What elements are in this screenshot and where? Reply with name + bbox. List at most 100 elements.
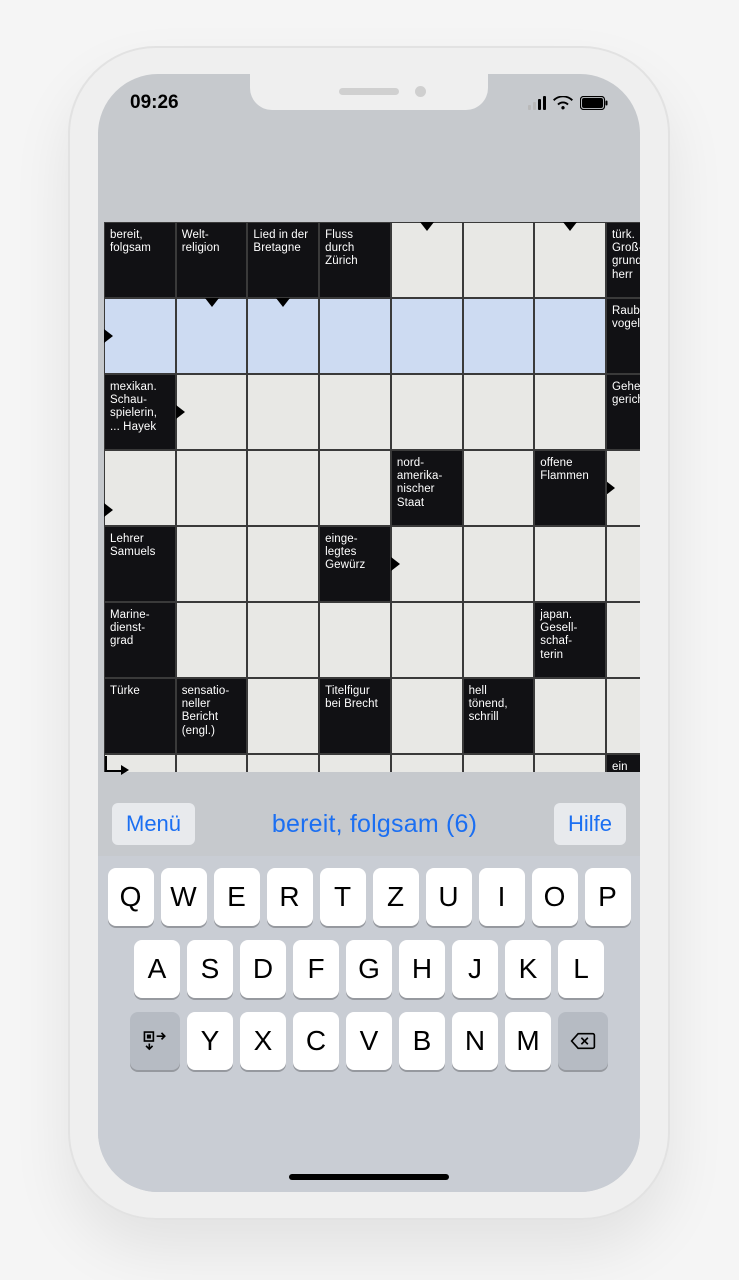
key-q[interactable]: Q — [108, 868, 154, 926]
grid-cell[interactable] — [104, 450, 176, 526]
key-w[interactable]: W — [161, 868, 207, 926]
grid-cell[interactable] — [534, 678, 606, 754]
arrow-down-icon — [563, 222, 577, 231]
arrow-down-icon — [276, 298, 290, 307]
grid-cell[interactable] — [463, 222, 535, 298]
grid-cell[interactable] — [391, 678, 463, 754]
key-k[interactable]: K — [505, 940, 551, 998]
clue-cell: hell tönend, schrill — [463, 678, 535, 754]
grid-cell[interactable] — [247, 754, 319, 772]
grid-cell[interactable] — [534, 374, 606, 450]
key-e[interactable]: E — [214, 868, 260, 926]
grid-cell[interactable] — [463, 374, 535, 450]
grid-cell[interactable] — [463, 602, 535, 678]
grid-cell[interactable] — [534, 754, 606, 772]
grid-cell[interactable] — [606, 450, 640, 526]
grid-cell[interactable] — [247, 298, 319, 374]
key-u[interactable]: U — [426, 868, 472, 926]
grid-cell[interactable] — [391, 754, 463, 772]
grid-cell[interactable] — [319, 602, 391, 678]
grid-cell[interactable] — [176, 602, 248, 678]
clue-text: Türke — [105, 679, 175, 753]
clue-cell: Marine-dienst-grad — [104, 602, 176, 678]
key-z[interactable]: Z — [373, 868, 419, 926]
grid-cell[interactable] — [176, 374, 248, 450]
key-h[interactable]: H — [399, 940, 445, 998]
grid-cell[interactable] — [247, 602, 319, 678]
key-n[interactable]: N — [452, 1012, 498, 1070]
clue-text: Raub-vogel — [607, 299, 640, 373]
grid-cell[interactable] — [463, 298, 535, 374]
grid-cell[interactable] — [319, 754, 391, 772]
key-j[interactable]: J — [452, 940, 498, 998]
key-x[interactable]: X — [240, 1012, 286, 1070]
grid-cell[interactable] — [391, 374, 463, 450]
clue-cell: Titelfigur bei Brecht — [319, 678, 391, 754]
grid-cell[interactable] — [247, 526, 319, 602]
home-indicator — [289, 1174, 449, 1180]
grid-cell[interactable] — [606, 602, 640, 678]
key-f[interactable]: F — [293, 940, 339, 998]
key-o[interactable]: O — [532, 868, 578, 926]
arrow-right-icon — [104, 329, 113, 343]
grid-cell[interactable] — [176, 526, 248, 602]
key-s[interactable]: S — [187, 940, 233, 998]
grid-cell[interactable] — [247, 450, 319, 526]
key-b[interactable]: B — [399, 1012, 445, 1070]
grid-cell[interactable] — [534, 222, 606, 298]
grid-cell[interactable] — [391, 526, 463, 602]
clue-cell: türk. Groß-grund-herr — [606, 222, 640, 298]
grid-cell[interactable] — [463, 754, 535, 772]
clue-text: bereit, folgsam — [105, 223, 175, 297]
grid-cell[interactable] — [391, 222, 463, 298]
grid-cell[interactable] — [176, 754, 248, 772]
current-clue[interactable]: bereit, folgsam (6) — [205, 810, 544, 839]
grid-cell[interactable] — [606, 678, 640, 754]
clue-text: türk. Groß-grund-herr — [607, 223, 640, 297]
grid-cell[interactable] — [247, 678, 319, 754]
key-v[interactable]: V — [346, 1012, 392, 1070]
grid-cell[interactable] — [104, 298, 176, 374]
clue-bar: Menü bereit, folgsam (6) Hilfe — [98, 794, 640, 854]
key-r[interactable]: R — [267, 868, 313, 926]
crossword-grid[interactable]: bereit, folgsamWelt-religionLied in der … — [104, 222, 640, 830]
grid-cell[interactable] — [247, 374, 319, 450]
menu-button[interactable]: Menü — [112, 803, 195, 845]
key-i[interactable]: I — [479, 868, 525, 926]
key-g[interactable]: G — [346, 940, 392, 998]
clue-cell: Geheim-gericht — [606, 374, 640, 450]
grid-cell[interactable] — [463, 450, 535, 526]
grid-cell[interactable] — [534, 298, 606, 374]
backspace-key[interactable] — [558, 1012, 608, 1070]
help-button[interactable]: Hilfe — [554, 803, 626, 845]
status-time: 09:26 — [130, 92, 179, 114]
keyboard-mode-key[interactable] — [130, 1012, 180, 1070]
clue-text: Titelfigur bei Brecht — [320, 679, 390, 753]
grid-cell[interactable] — [104, 754, 176, 772]
grid-cell[interactable] — [319, 374, 391, 450]
key-l[interactable]: L — [558, 940, 604, 998]
key-a[interactable]: A — [134, 940, 180, 998]
grid-cell[interactable] — [606, 526, 640, 602]
phone-mockup: 09:26 bereit, folgsamWelt-religionLied i… — [68, 46, 670, 1220]
grid-cell[interactable] — [176, 450, 248, 526]
key-d[interactable]: D — [240, 940, 286, 998]
key-p[interactable]: P — [585, 868, 631, 926]
grid-cell[interactable] — [176, 298, 248, 374]
wifi-icon — [553, 96, 573, 111]
grid-cell[interactable] — [319, 450, 391, 526]
grid-cell[interactable] — [534, 526, 606, 602]
grid-cell[interactable] — [319, 298, 391, 374]
key-m[interactable]: M — [505, 1012, 551, 1070]
grid-cell[interactable] — [391, 298, 463, 374]
clue-text: einge-legtes Gewürz — [320, 527, 390, 601]
arrow-right-icon — [104, 503, 113, 517]
key-t[interactable]: T — [320, 868, 366, 926]
key-c[interactable]: C — [293, 1012, 339, 1070]
clue-cell: nord-amerika-nischer Staat — [391, 450, 463, 526]
grid-cell[interactable] — [463, 526, 535, 602]
clue-cell: Raub-vogel — [606, 298, 640, 374]
key-y[interactable]: Y — [187, 1012, 233, 1070]
app-header — [98, 132, 640, 222]
grid-cell[interactable] — [391, 602, 463, 678]
